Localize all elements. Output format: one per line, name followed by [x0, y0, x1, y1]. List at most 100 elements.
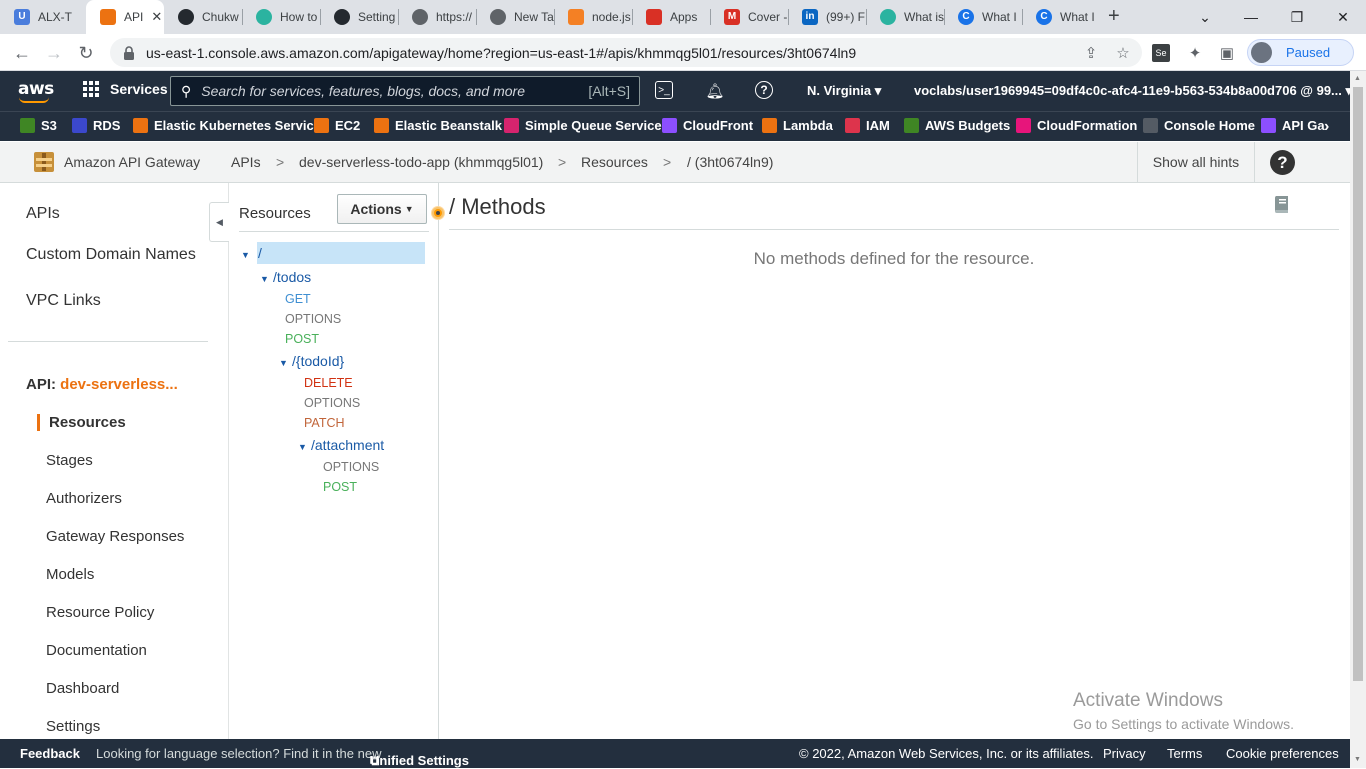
cookie-preferences-link[interactable]: Cookie preferences — [1226, 746, 1339, 761]
method-options[interactable]: OPTIONS — [323, 460, 379, 474]
share-icon[interactable]: ⇪ — [1080, 42, 1102, 64]
cloudshell-icon[interactable]: >_ — [655, 81, 673, 99]
nav-models[interactable]: Models — [46, 566, 94, 583]
browser-tab[interactable]: How to — [242, 0, 320, 34]
favorite-iam[interactable]: IAM — [845, 118, 890, 133]
feedback-link[interactable]: Feedback — [20, 746, 80, 761]
forward-icon[interactable]: → — [41, 40, 67, 66]
tree-resource-attachment[interactable]: ▼ /attachment — [298, 437, 384, 453]
iam-icon — [845, 118, 860, 133]
scroll-up-icon[interactable]: ▲ — [1354, 75, 1361, 82]
star-icon[interactable]: ☆ — [1112, 42, 1134, 64]
browser-tab[interactable]: https:// — [398, 0, 476, 34]
aws-logo[interactable]: aws — [18, 79, 54, 103]
nav-stages[interactable]: Stages — [46, 452, 93, 469]
favorite-lambda[interactable]: Lambda — [762, 118, 833, 133]
browser-tab[interactable]: C What I — [944, 0, 1022, 34]
favorite-api-gateway[interactable]: API Ga — [1261, 118, 1325, 133]
help-icon[interactable]: ? — [755, 81, 773, 99]
method-post[interactable]: POST — [323, 480, 357, 494]
nav-authorizers[interactable]: Authorizers — [46, 490, 122, 507]
tab-title: What I — [982, 10, 1017, 24]
breadcrumb-api[interactable]: dev-serverless-todo-app (khmmqg5l01) — [299, 154, 543, 170]
chevron-right-icon[interactable]: › — [1324, 118, 1329, 136]
browser-tab[interactable]: in (99+) F — [788, 0, 866, 34]
tab-search-icon[interactable]: ⌄ — [1182, 0, 1228, 34]
bell-icon[interactable]: 🔔︎ — [705, 81, 725, 101]
favorite-rds[interactable]: RDS — [72, 118, 120, 133]
browser-tab[interactable]: Apps — [632, 0, 710, 34]
favorite-eks[interactable]: Elastic Kubernetes Service — [133, 118, 321, 133]
favorite-budgets[interactable]: AWS Budgets — [904, 118, 1010, 133]
method-get[interactable]: GET — [285, 292, 311, 306]
collapse-nav-button[interactable]: ◀ — [209, 202, 229, 242]
breadcrumb-resources[interactable]: Resources — [581, 154, 648, 170]
favorite-console-home[interactable]: Console Home — [1143, 118, 1255, 133]
method-post[interactable]: POST — [285, 332, 319, 346]
browser-tab[interactable]: What is — [866, 0, 944, 34]
terms-link[interactable]: Terms — [1167, 746, 1202, 761]
api-name[interactable]: dev-serverless... — [60, 376, 178, 393]
favorite-cloudfront[interactable]: CloudFront — [662, 118, 753, 133]
nav-dashboard[interactable]: Dashboard — [46, 680, 119, 697]
tree-root-row-selected[interactable] — [257, 242, 425, 264]
vertical-scrollbar[interactable]: ▲ ▼ — [1350, 71, 1366, 768]
reload-icon[interactable]: ↻ — [73, 40, 99, 66]
method-patch[interactable]: PATCH — [304, 416, 345, 430]
breadcrumb-apis[interactable]: APIs — [231, 154, 261, 170]
c-icon: C — [1036, 9, 1052, 25]
browser-tab[interactable]: Chukw — [164, 0, 242, 34]
favorite-cloudformation[interactable]: CloudFormation — [1016, 118, 1137, 133]
close-window-icon[interactable]: ✕ — [1320, 0, 1366, 34]
scrollbar-thumb[interactable] — [1353, 87, 1363, 681]
nav-apis[interactable]: APIs — [26, 205, 60, 223]
privacy-link[interactable]: Privacy — [1103, 746, 1146, 761]
browser-tab[interactable]: C What I — [1022, 0, 1100, 34]
new-tab-button[interactable]: + — [1108, 5, 1120, 28]
browser-tab[interactable]: node.js — [554, 0, 632, 34]
service-name[interactable]: Amazon API Gateway — [64, 154, 200, 170]
tree-resource-todos[interactable]: ▼ /todos — [260, 269, 311, 285]
browser-tab-active[interactable]: API ✕ — [86, 0, 164, 34]
region-selector[interactable]: N. Virginia ▾ — [807, 83, 881, 99]
actions-button[interactable]: Actions ▼ — [337, 194, 427, 224]
s3-icon — [20, 118, 35, 133]
browser-tab[interactable]: New Ta — [476, 0, 554, 34]
browser-tab[interactable]: M Cover - — [710, 0, 788, 34]
back-icon[interactable]: ← — [9, 40, 35, 66]
selenium-extension-icon[interactable]: Se — [1152, 44, 1170, 62]
restore-icon[interactable]: ❐ — [1274, 0, 1320, 34]
search-input[interactable]: ⚲ Search for services, features, blogs, … — [170, 76, 640, 106]
method-options[interactable]: OPTIONS — [285, 312, 341, 326]
profile-button[interactable]: Paused — [1247, 39, 1354, 66]
nav-gateway-responses[interactable]: Gateway Responses — [46, 528, 184, 545]
extensions-icon[interactable]: ✦ — [1184, 42, 1206, 64]
side-panel-icon[interactable]: ▣ — [1216, 42, 1238, 64]
book-icon[interactable] — [1272, 195, 1290, 214]
nav-vpc-links[interactable]: VPC Links — [26, 292, 101, 310]
favorite-s3[interactable]: S3 — [20, 118, 57, 133]
browser-tab[interactable]: Setting — [320, 0, 398, 34]
nav-resources[interactable]: Resources — [49, 414, 126, 431]
account-menu[interactable]: voclabs/user1969945=09df4c0c-afc4-11e9-b… — [914, 83, 1352, 99]
nav-documentation[interactable]: Documentation — [46, 642, 147, 659]
breadcrumb-current: / (3ht0674ln9) — [687, 154, 774, 170]
nav-resource-policy[interactable]: Resource Policy — [46, 604, 154, 621]
minimize-icon[interactable]: — — [1228, 0, 1274, 34]
favorite-sqs[interactable]: Simple Queue Service — [504, 118, 662, 133]
browser-tab[interactable]: U ALX-T — [0, 0, 86, 34]
services-menu[interactable]: Services — [83, 81, 168, 97]
close-icon[interactable]: ✕ — [151, 9, 162, 25]
tree-resource-todoid[interactable]: ▼ /{todoId} — [279, 353, 344, 369]
help-icon[interactable]: ? — [1270, 150, 1295, 175]
favorite-ec2[interactable]: EC2 — [314, 118, 360, 133]
nav-settings[interactable]: Settings — [46, 718, 100, 735]
nav-custom-domain-names[interactable]: Custom Domain Names — [26, 246, 196, 264]
tree-root[interactable]: ▼ / — [241, 245, 262, 261]
favorite-beanstalk[interactable]: Elastic Beanstalk — [374, 118, 502, 133]
method-delete[interactable]: DELETE — [304, 376, 353, 390]
scroll-down-icon[interactable]: ▼ — [1354, 756, 1361, 763]
show-hints-button[interactable]: Show all hints — [1137, 142, 1255, 182]
method-options[interactable]: OPTIONS — [304, 396, 360, 410]
address-bar[interactable]: us-east-1.console.aws.amazon.com/apigate… — [110, 38, 1142, 67]
